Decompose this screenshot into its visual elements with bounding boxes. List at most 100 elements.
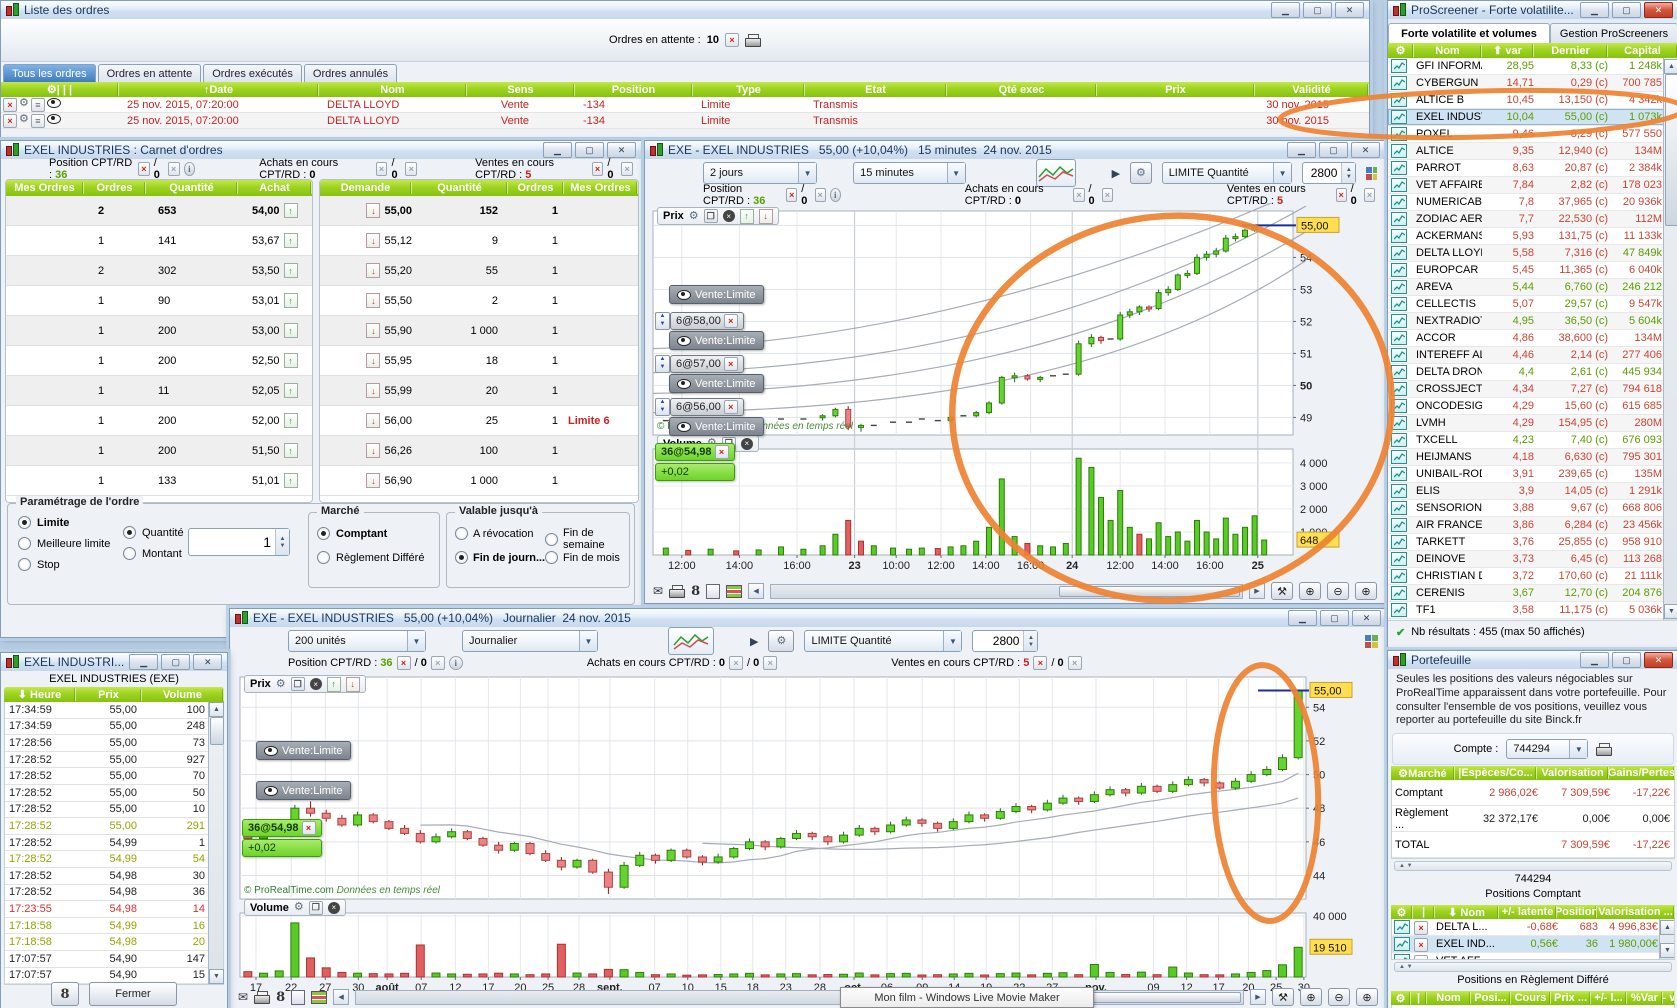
screener-row[interactable]: EUROPCAR 5,45 11,365 (c) 6 040k bbox=[1388, 262, 1677, 279]
clear-icon[interactable]: × bbox=[1101, 188, 1113, 202]
tape-row[interactable]: 17:28:52 54,99 54 bbox=[5, 851, 223, 868]
buy-icon[interactable]: ↑ bbox=[283, 203, 298, 218]
minimize-button[interactable]: ▁ bbox=[1288, 610, 1317, 626]
print-icon[interactable] bbox=[1596, 742, 1613, 756]
delete-icon[interactable]: × bbox=[301, 821, 316, 835]
tape-row[interactable]: 17:28:52 54,99 1 bbox=[5, 834, 223, 852]
column-0[interactable]: ↑Date bbox=[119, 83, 319, 96]
column[interactable]: Achat bbox=[238, 182, 312, 194]
chart-canvas[interactable]: 55,005453525150494 0003 0002 0001 000648… bbox=[645, 192, 1385, 599]
buy-icon[interactable]: ↑ bbox=[283, 263, 298, 278]
sell-icon[interactable]: ↓ bbox=[366, 203, 381, 218]
sell-limit-tag[interactable]: Vente:Limite bbox=[669, 417, 764, 436]
titlebar[interactable]: Portefeuille ▁ ▢ ✕ bbox=[1388, 651, 1677, 669]
delete-icon[interactable]: × bbox=[714, 445, 729, 459]
clear-icon[interactable]: × bbox=[167, 162, 180, 176]
wrench-icon[interactable]: ⚙ bbox=[276, 678, 286, 690]
column-6[interactable]: Qté exec bbox=[947, 83, 1097, 96]
screener-row[interactable]: EXEL INDUST... 10,04 55,00 (c) 1 073k bbox=[1388, 109, 1677, 126]
close-button[interactable]: ✕ bbox=[1644, 652, 1673, 668]
positions-scrollbar[interactable]: ▲ ▼ bbox=[1659, 919, 1674, 959]
maximize-button[interactable]: ▢ bbox=[1303, 2, 1332, 18]
screener-row[interactable]: LVMH 4,29 154,95 (c) 280M bbox=[1388, 415, 1677, 432]
close-button[interactable]: ✕ bbox=[1352, 610, 1381, 626]
scroll-down[interactable]: ▼ bbox=[1664, 604, 1677, 619]
email-icon[interactable]: ✉ bbox=[238, 990, 248, 1004]
tab-ordres-annul-s[interactable]: Ordres annulés bbox=[303, 64, 398, 82]
screener-scrollbar[interactable]: ▲ ▼ bbox=[1663, 58, 1677, 620]
maximize-button[interactable]: ▢ bbox=[161, 654, 191, 670]
sell-icon[interactable]: ↓ bbox=[366, 443, 381, 458]
column[interactable]: Mes Ordres bbox=[564, 182, 638, 194]
column-7[interactable]: Prix bbox=[1097, 83, 1255, 96]
print-icon[interactable] bbox=[669, 584, 686, 598]
clear-icon[interactable]: × bbox=[621, 162, 634, 176]
delete-icon[interactable]: × bbox=[138, 162, 150, 176]
position-tag[interactable]: 36@54,98 × bbox=[655, 443, 735, 461]
ask-row[interactable]: ↓ 55,95 18 1 bbox=[320, 346, 638, 376]
screener-row[interactable]: VET AFFAIRES 7,84 2,82 (c) 178 023 bbox=[1388, 177, 1677, 194]
ask-price[interactable]: ↓ 56,00 bbox=[320, 413, 412, 428]
delete-icon[interactable]: × bbox=[723, 314, 738, 328]
minimize-button[interactable]: ▁ bbox=[1580, 652, 1609, 668]
pointer-tool[interactable]: ⚒ bbox=[1272, 988, 1294, 1006]
tab-ordres-en-attente[interactable]: Ordres en attente bbox=[97, 64, 202, 82]
close-button[interactable]: ✕ bbox=[607, 142, 636, 158]
column-dernier[interactable]: Dernier bbox=[1534, 44, 1608, 57]
bid-row[interactable]: 1 200 52,00 ↑ bbox=[6, 406, 312, 436]
scroll-left[interactable]: ◀ bbox=[748, 583, 765, 599]
clear-icon[interactable]: × bbox=[405, 162, 418, 176]
delete-icon[interactable]: × bbox=[724, 33, 739, 47]
screener-row[interactable]: DEINOVE 3,73 6,45 (c) 113 268 bbox=[1388, 551, 1677, 568]
screener-row[interactable]: INTEREFF AL ... 4,46 2,14 (c) 277 406 bbox=[1388, 347, 1677, 364]
table-row[interactable]: × ⚙ ≡ 25 nov. 2015, 07:20:00 DELTA LLOYD Vent… bbox=[1, 113, 1369, 129]
pointer-tool[interactable]: ⚒ bbox=[1271, 582, 1293, 600]
radio-Stop[interactable]: Stop bbox=[18, 558, 60, 571]
buy-icon[interactable]: ↑ bbox=[283, 443, 298, 458]
tape-scrollbar[interactable]: ▲ ▼ bbox=[208, 702, 224, 985]
close-button[interactable]: Fermer bbox=[89, 982, 177, 1006]
zoom-out[interactable]: ⊖ bbox=[1328, 988, 1350, 1006]
ask-row[interactable]: ↓ 56,26 100 1 bbox=[320, 436, 638, 466]
tape-row[interactable]: 17:18:58 54,99 16 bbox=[5, 917, 223, 935]
splitter2[interactable]: ▲ ▼ bbox=[1394, 962, 1672, 972]
tape-row[interactable]: 17:28:52 55,00 10 bbox=[5, 801, 223, 819]
radio-Montant[interactable]: Montant bbox=[123, 547, 182, 560]
chart-canvas[interactable]: 55,00 54 52 50 48 46 44 40 000 19 510 17 22 27 30 aoû… bbox=[230, 671, 1386, 1007]
print-icon[interactable] bbox=[744, 33, 761, 47]
radio-Quantité[interactable]: Quantité bbox=[123, 526, 184, 539]
close-button[interactable]: ✕ bbox=[193, 654, 223, 670]
buy-icon[interactable]: ↑ bbox=[283, 353, 298, 368]
wrench-icon[interactable]: ⚙ bbox=[19, 113, 29, 128]
delete-icon[interactable]: × bbox=[1414, 954, 1428, 959]
ask-row[interactable]: ↓ 56,00 25 1 Limite 6 bbox=[320, 406, 638, 436]
position-tag[interactable]: 36@54,98 × bbox=[242, 819, 322, 837]
screener-row[interactable]: ALTICE B 10,45 13,150 (c) 4 342k bbox=[1388, 92, 1677, 109]
minimize-button[interactable]: ▁ bbox=[1287, 142, 1316, 158]
sell-icon[interactable]: ↓ bbox=[366, 263, 381, 278]
ask-price[interactable]: ↓ 55,90 bbox=[320, 323, 412, 338]
delete-icon[interactable]: × bbox=[1414, 937, 1428, 952]
scroll-right[interactable]: ▶ bbox=[1250, 989, 1266, 1005]
screener-row[interactable]: TXCELL 4,23 7,40 (c) 676 093 bbox=[1388, 432, 1677, 449]
ask-row[interactable]: ↓ 55,50 2 1 bbox=[320, 286, 638, 316]
ask-row[interactable]: ↓ 56,90 1 000 1 bbox=[320, 466, 638, 496]
order-price-tag[interactable]: 6@57,00 × bbox=[670, 355, 744, 373]
buy-icon[interactable]: ↑ bbox=[283, 323, 298, 338]
position-row[interactable]: × EXEL IND... 0,56€ 36 1 980,00€ bbox=[1392, 936, 1674, 953]
screener-row[interactable]: ALTICE 9,35 12,940 (c) 134M bbox=[1388, 143, 1677, 160]
bid-price[interactable]: 53,00 ↑ bbox=[238, 323, 312, 338]
bid-price[interactable]: 53,50 ↑ bbox=[238, 263, 312, 278]
ask-price[interactable]: ↓ 55,99 bbox=[320, 383, 412, 398]
buy-icon[interactable]: ↑ bbox=[283, 293, 298, 308]
column-3[interactable]: Position bbox=[575, 83, 693, 96]
close-icon[interactable]: × bbox=[309, 678, 322, 690]
quantity-input[interactable]: 1 ▲ ▼ bbox=[188, 528, 290, 556]
zoom-out[interactable]: ⊖ bbox=[1327, 582, 1349, 600]
clear-icon[interactable]: × bbox=[1067, 656, 1082, 670]
table-row[interactable]: × ⚙ ≡ 25 nov. 2015, 07:20:00 DELTA LLOYD Vent… bbox=[1, 97, 1369, 113]
delete-icon[interactable]: × bbox=[1335, 188, 1347, 202]
wrench-button[interactable]: ⚙ bbox=[768, 630, 795, 652]
bid-row[interactable]: 2 302 53,50 ↑ bbox=[6, 256, 312, 286]
screener-row[interactable]: NUMERICABL... 7,8 37,965 (c) 20 936k bbox=[1388, 194, 1677, 211]
